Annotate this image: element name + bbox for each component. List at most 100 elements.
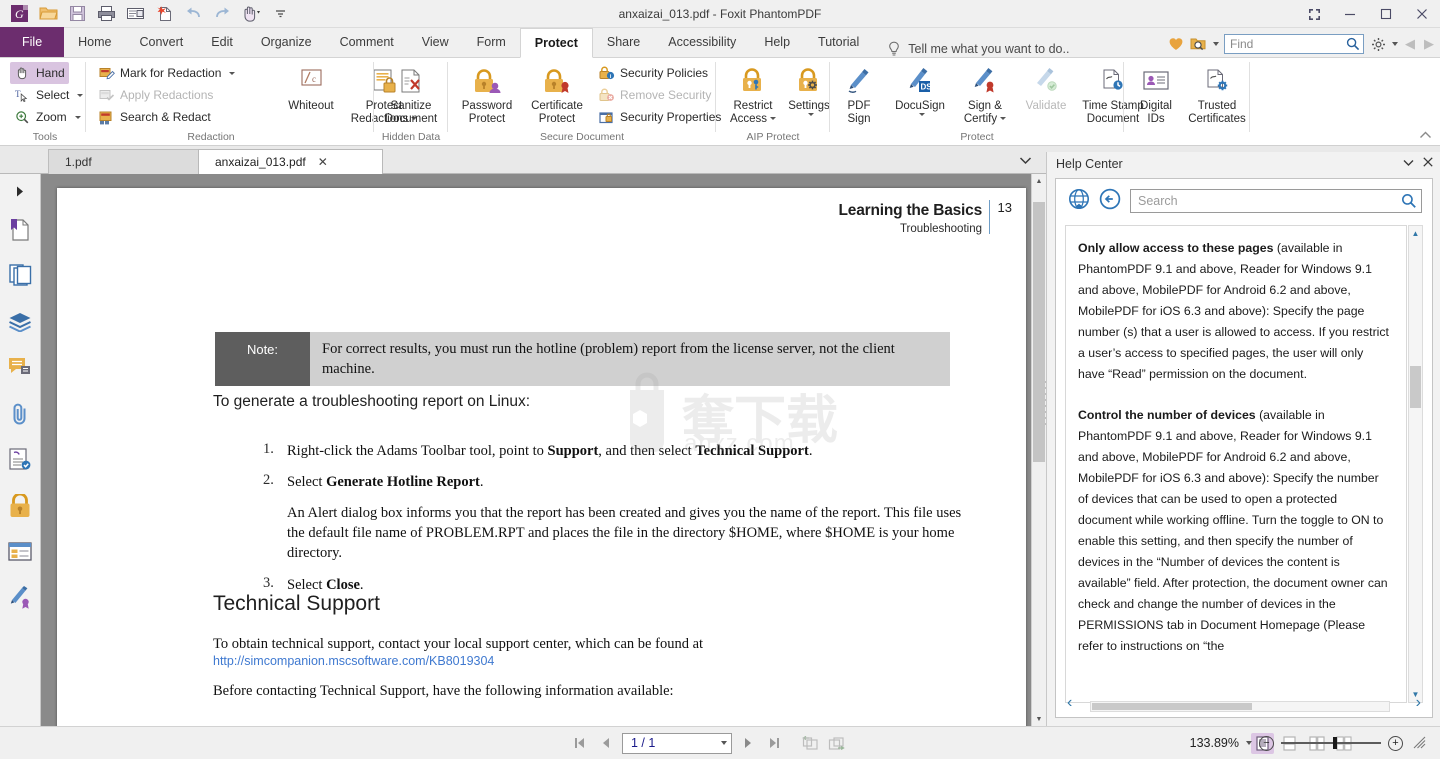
chevron-down-icon[interactable] xyxy=(770,117,777,121)
save-icon[interactable] xyxy=(64,2,90,26)
document-scrollbar-vertical[interactable]: ▲ ▼ xyxy=(1031,174,1045,726)
customize-qat-icon[interactable] xyxy=(267,2,293,26)
chevron-down-icon[interactable] xyxy=(918,113,925,116)
select-tool-button[interactable]: T Select xyxy=(10,84,87,106)
help-next-icon[interactable]: › xyxy=(1416,694,1421,712)
doc-tab-1pdf[interactable]: 1.pdf xyxy=(48,149,200,174)
restore-down-button[interactable] xyxy=(1296,0,1332,28)
tell-me-box[interactable]: Tell me what you want to do.. xyxy=(887,41,1069,57)
help-center-close-icon[interactable] xyxy=(1423,156,1433,170)
new-from-scan-icon[interactable] xyxy=(151,2,177,26)
help-search-input[interactable]: Search xyxy=(1130,188,1422,213)
security-properties-button[interactable]: Security Properties xyxy=(594,106,725,128)
tab-organize[interactable]: Organize xyxy=(247,27,326,57)
tab-list-dropdown-icon[interactable] xyxy=(1019,154,1032,168)
undo-icon[interactable] xyxy=(180,2,206,26)
tab-home[interactable]: Home xyxy=(64,27,125,57)
chevron-down-icon[interactable] xyxy=(721,741,727,745)
scroll-up-icon[interactable]: ▲ xyxy=(1409,226,1422,241)
gear-dropdown-caret-icon[interactable] xyxy=(1392,42,1398,46)
email-icon[interactable] xyxy=(122,2,148,26)
find-input[interactable]: Find xyxy=(1224,34,1364,54)
hand-tool-icon[interactable] xyxy=(238,2,264,26)
search-dropdown-caret-icon[interactable] xyxy=(1213,42,1219,46)
trusted-certificates-button[interactable]: Trusted Certificates xyxy=(1186,62,1248,126)
security-policies-button[interactable]: i Security Policies xyxy=(594,62,712,84)
next-view-button[interactable]: ▶ xyxy=(1422,36,1436,52)
next-page-icon[interactable] xyxy=(738,733,758,753)
doc-tab-anxaizai013[interactable]: anxaizai_013.pdf ✕ xyxy=(198,149,383,174)
previous-view-button[interactable]: ◀ xyxy=(1403,36,1417,52)
help-scrollbar-vertical[interactable]: ▲ ▼ xyxy=(1408,225,1423,703)
scrollbar-thumb[interactable] xyxy=(1033,202,1045,462)
zoom-slider-knob[interactable] xyxy=(1333,737,1337,749)
foxit-heart-icon[interactable] xyxy=(1167,35,1185,53)
previous-page-icon[interactable] xyxy=(596,733,616,753)
zoom-slider[interactable] xyxy=(1281,736,1381,750)
sidebar-item-fields[interactable] xyxy=(0,530,40,576)
pdf-sign-button[interactable]: PDF Sign xyxy=(834,62,884,126)
last-page-icon[interactable] xyxy=(764,733,784,753)
chevron-down-icon[interactable] xyxy=(1000,117,1007,121)
close-tab-icon[interactable]: ✕ xyxy=(318,155,328,169)
tab-protect[interactable]: Protect xyxy=(519,28,593,58)
scrollbar-thumb[interactable] xyxy=(1410,366,1421,408)
zoom-out-button[interactable]: − xyxy=(1259,735,1274,751)
search-icon[interactable] xyxy=(1401,193,1417,209)
gear-icon[interactable] xyxy=(1369,35,1387,53)
minimize-button[interactable] xyxy=(1332,0,1368,28)
chevron-down-icon[interactable] xyxy=(74,115,81,119)
scroll-down-icon[interactable]: ▼ xyxy=(1032,712,1045,726)
zoom-tool-button[interactable]: Zoom xyxy=(10,106,85,128)
chevron-down-icon[interactable] xyxy=(807,113,814,116)
tab-tutorial[interactable]: Tutorial xyxy=(804,27,873,57)
help-prev-icon[interactable]: ‹ xyxy=(1067,694,1072,712)
chevron-down-icon[interactable] xyxy=(229,71,236,75)
help-scrollbar-horizontal[interactable] xyxy=(1090,701,1390,712)
help-center-menu-icon[interactable] xyxy=(1403,156,1414,170)
sidebar-item-pages[interactable] xyxy=(0,254,40,300)
page-number-input[interactable]: 1 / 1 xyxy=(622,732,732,754)
chevron-down-icon[interactable] xyxy=(77,93,84,97)
tab-comment[interactable]: Comment xyxy=(326,27,408,57)
scrollbar-thumb[interactable] xyxy=(1092,703,1252,710)
maximize-button[interactable] xyxy=(1368,0,1404,28)
collapse-ribbon-icon[interactable] xyxy=(1419,131,1432,143)
sidebar-item-security[interactable] xyxy=(0,484,40,530)
validate-button[interactable]: Validate xyxy=(1018,62,1074,113)
search-document-icon[interactable] xyxy=(1190,35,1208,53)
tab-help[interactable]: Help xyxy=(750,27,804,57)
open-icon[interactable] xyxy=(35,2,61,26)
remove-security-button[interactable]: Remove Security xyxy=(594,84,715,106)
mark-for-redaction-button[interactable]: Mark for Redaction xyxy=(94,62,239,84)
tab-share[interactable]: Share xyxy=(593,27,654,57)
expand-panel-icon[interactable] xyxy=(0,174,40,208)
tab-form[interactable]: Form xyxy=(463,27,520,57)
docusign-button[interactable]: DS DocuSign xyxy=(888,62,952,116)
sidebar-item-layers[interactable] xyxy=(0,300,40,346)
first-page-icon[interactable] xyxy=(570,733,590,753)
digital-ids-button[interactable]: Digital IDs xyxy=(1128,62,1184,126)
sidebar-item-digital-signatures[interactable] xyxy=(0,576,40,622)
print-icon[interactable] xyxy=(93,2,119,26)
scroll-up-icon[interactable]: ▲ xyxy=(1032,174,1045,188)
tab-accessibility[interactable]: Accessibility xyxy=(654,27,750,57)
sign-and-certify-button[interactable]: Sign & Certify xyxy=(954,62,1016,126)
home-globe-icon[interactable] xyxy=(1068,188,1090,213)
sidebar-item-accessibility-tags[interactable] xyxy=(0,438,40,484)
previous-view-icon[interactable] xyxy=(800,733,820,753)
back-arrow-icon[interactable] xyxy=(1099,188,1121,213)
password-protect-button[interactable]: Password Protect xyxy=(454,62,520,126)
zoom-dropdown-caret-icon[interactable] xyxy=(1246,741,1252,745)
search-and-redact-button[interactable]: Search & Redact xyxy=(94,106,215,128)
close-button[interactable] xyxy=(1404,0,1440,28)
sidebar-item-attachments[interactable] xyxy=(0,392,40,438)
document-view[interactable]: Learning the Basics Troubleshooting 13 N… xyxy=(41,174,1045,726)
whiteout-button[interactable]: c Whiteout xyxy=(278,62,344,113)
sanitize-document-button[interactable]: Sanitize Document xyxy=(378,62,444,126)
redo-icon[interactable] xyxy=(209,2,235,26)
tab-edit[interactable]: Edit xyxy=(197,27,247,57)
resize-grip-icon[interactable] xyxy=(1410,733,1430,753)
zoom-in-button[interactable]: + xyxy=(1388,735,1403,751)
foxit-logo-icon[interactable]: G xyxy=(6,2,32,26)
